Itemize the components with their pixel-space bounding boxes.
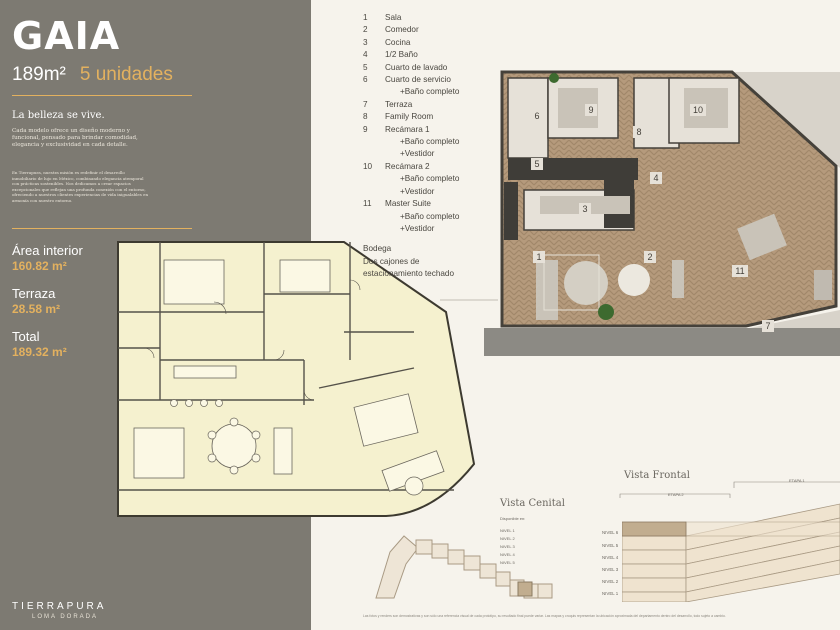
legend-item: 4 1/2 Baño xyxy=(363,49,459,61)
room-legend: 1 Sala 2 Comedor 3 Cocina 4 1/2 Baño 5 Cuarto… xyxy=(363,12,459,281)
legend-extra: +Vestidor xyxy=(400,186,435,196)
legend-room: 1/2 Baño xyxy=(385,50,418,60)
area-value: 189.32 m² xyxy=(12,345,67,359)
legend-room: Comedor xyxy=(385,25,419,35)
plan-number: 1 xyxy=(536,252,541,262)
plan-number: 2 xyxy=(647,252,652,262)
level-label: NIVEL 5 xyxy=(602,543,619,548)
etapa-label: ETAPA 1 xyxy=(789,478,805,483)
legend-room: Terraza xyxy=(385,99,413,109)
legend-extra: +Vestidor xyxy=(400,149,435,159)
plan-number: 5 xyxy=(534,159,539,169)
vista-cenital-subtitle: Disponible en: xyxy=(500,516,526,521)
legend-item: 2 Comedor xyxy=(363,24,459,36)
legend-number: 10 xyxy=(363,161,373,171)
level-label: NIVEL 6 xyxy=(602,530,619,535)
legend-extra: +Baño completo xyxy=(400,87,460,97)
legend-item: 7 Terraza xyxy=(363,99,459,111)
legend-room: Recámara 1 xyxy=(385,124,430,134)
brand-logo: TIERRAPURA xyxy=(12,601,107,612)
legend-item: 5 Cuarto de lavado xyxy=(363,62,459,74)
divider xyxy=(12,228,192,229)
level-label: NIVEL 1 xyxy=(602,591,619,596)
legend-item: 10 Recámara 2 xyxy=(363,161,459,173)
divider xyxy=(12,95,192,96)
plan-number: 6 xyxy=(534,111,539,121)
extra-feature: Bodega xyxy=(363,244,392,254)
level-label: NIVEL 4 xyxy=(602,555,619,560)
disclaimer: Las fotos y renders son demostrativas y … xyxy=(363,614,726,618)
size-line: 189m² 5 unidades xyxy=(12,64,173,86)
brand-location: LOMA DORADA xyxy=(32,614,99,620)
level-label: NIVEL 3 xyxy=(602,567,619,572)
area-value: 160.82 m² xyxy=(12,259,67,273)
level-label: NIVEL 2 xyxy=(602,579,619,584)
tagline: La belleza se vive. xyxy=(12,110,105,121)
area-label: Total xyxy=(12,329,40,344)
legend-number: 9 xyxy=(363,124,368,134)
plan-number: 10 xyxy=(693,105,703,115)
mission-paragraph: En Tierrapura, nuestra misión es redefin… xyxy=(12,170,149,203)
plan-number: 11 xyxy=(735,266,744,276)
area-label: Terraza xyxy=(12,286,56,301)
legend-number: 4 xyxy=(363,50,368,60)
legend-room: Sala xyxy=(385,13,402,22)
vista-cenital-title: Vista Cenital xyxy=(500,498,565,509)
legend-number: 3 xyxy=(363,37,368,47)
legend-number: 1 xyxy=(363,13,368,22)
intro-paragraph: Cada modelo ofrece un diseño moderno y f… xyxy=(12,128,138,149)
legend-number: 7 xyxy=(363,99,368,109)
model-title: GAIA xyxy=(12,14,121,58)
extra-feature: Dos cajones de xyxy=(363,256,420,266)
legend-number: 5 xyxy=(363,62,368,72)
floor-plan-render: 1 2 3 4 5 6 7 8 9 10 11 xyxy=(484,70,840,356)
plan-number: 3 xyxy=(582,204,587,214)
area-value: 28.58 m² xyxy=(12,302,61,316)
legend-room: Family Room xyxy=(385,112,434,122)
plan-number: 7 xyxy=(765,321,770,331)
building-elevation xyxy=(622,503,840,602)
plan-number: 9 xyxy=(588,105,593,115)
legend-extra: +Baño completo xyxy=(400,211,460,221)
legend-room: Recámara 2 xyxy=(385,161,430,171)
legend-number: 2 xyxy=(363,25,368,35)
legend-item: 1 Sala xyxy=(363,12,459,24)
legend-item: 9 Recámara 1 xyxy=(363,124,459,136)
model-size: 189m² xyxy=(12,64,66,85)
legend-item: 6 Cuarto de servicio xyxy=(363,74,459,86)
legend-number: 11 xyxy=(363,199,372,209)
legend-number: 8 xyxy=(363,112,368,122)
unit-count: 5 unidades xyxy=(79,64,173,85)
plan-number: 4 xyxy=(653,173,658,183)
area-label: Área interior xyxy=(12,243,83,258)
legend-extra: +Vestidor xyxy=(400,223,435,233)
legend-room: Master Suite xyxy=(385,199,431,209)
plan-number: 8 xyxy=(636,127,641,137)
legend-item: 3 Cocina xyxy=(363,37,459,49)
legend-room: Cuarto de lavado xyxy=(385,62,448,72)
legend-item: 11 Master Suite xyxy=(363,198,459,210)
extra-feature: estacionamiento techado xyxy=(363,269,455,279)
legend-extra: +Baño completo xyxy=(400,137,460,147)
legend-room: Cocina xyxy=(385,37,411,47)
legend-room: Cuarto de servicio xyxy=(385,75,451,85)
legend-extra: +Baño completo xyxy=(400,174,460,184)
legend-item: 8 Family Room xyxy=(363,111,459,123)
site-plan-diagram xyxy=(375,535,553,599)
legend-number: 6 xyxy=(363,75,368,85)
